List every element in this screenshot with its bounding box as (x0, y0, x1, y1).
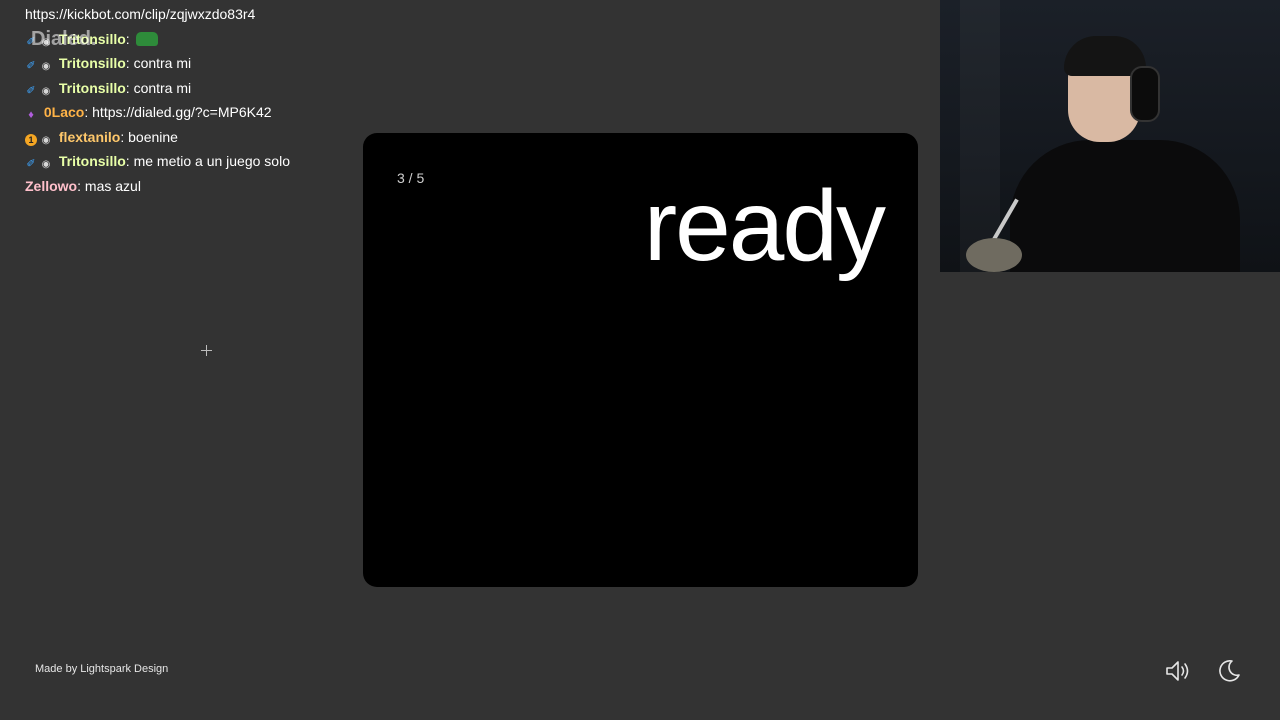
moon-icon (1219, 659, 1240, 682)
chat-username[interactable]: Tritonsillo (59, 31, 126, 47)
chat-username[interactable]: 0Laco (44, 104, 84, 120)
subscriber-badge-icon: ◉ (41, 36, 51, 48)
chat-text: me metio a un juego solo (133, 153, 290, 169)
chat-text: contra mi (133, 55, 192, 71)
chat-message: ✐ ◉ Tritonsillo: contra mi (26, 79, 192, 97)
chat-text: contra mi (133, 79, 192, 96)
footer-controls (1164, 656, 1244, 686)
chat-message: ♦ 0Laco: https://dialed.gg/?c=MP6K42 (25, 100, 355, 125)
chat-username[interactable]: Tritonsillo (59, 80, 126, 96)
chat-message: Dialed. ✐ ◉ Tritonsillo: (25, 27, 355, 52)
chat-overlay: https://kickbot.com/clip/zqjwxzdo83r4 Di… (25, 2, 355, 198)
subscriber-badge-icon: ◉ (41, 61, 51, 72)
chat-message: ✐ ◉ Tritonsillo: me metio a un juego solo (26, 153, 290, 170)
subscriber-badge-icon: ◉ (41, 159, 51, 170)
webcam-feed (940, 0, 1280, 272)
subscriber-badge-icon: ◉ (41, 134, 51, 146)
headphone-icon (1130, 66, 1160, 122)
moderator-badge-icon: ✐ (26, 60, 36, 72)
chat-text: mas azul (84, 177, 141, 194)
streamer-body (1010, 140, 1240, 272)
round-counter: 3 / 5 (397, 170, 425, 186)
chat-text: boenine (128, 128, 178, 145)
subscriber-badge-icon: ◉ (41, 85, 51, 97)
chat-message: 1 ◉ flextanilo: boenine (25, 125, 355, 150)
chat-username[interactable]: Tritonsillo (59, 55, 126, 71)
footer-credit[interactable]: Made by Lightspark Design (35, 663, 168, 675)
chat-username[interactable]: flextanilo (59, 129, 120, 145)
moderator-badge-icon: ✐ (26, 158, 36, 170)
gift-badge-icon: 1 (25, 133, 37, 146)
volume-icon (1166, 661, 1189, 681)
green-emote-icon (135, 31, 158, 46)
mate-cup (966, 238, 1022, 272)
chat-message: Zellowo: mas azul (25, 177, 141, 194)
chat-link[interactable]: https://dialed.gg/?c=MP6K42 (92, 104, 271, 120)
game-card[interactable]: 3 / 5 ready (363, 133, 918, 587)
moderator-badge-icon: ✐ (26, 84, 36, 97)
volume-button[interactable] (1164, 656, 1194, 686)
chat-message: ✐ ◉ Tritonsillo: contra mi (26, 55, 192, 72)
webcam-background (960, 0, 1000, 272)
moderator-badge-icon: ✐ (26, 35, 36, 48)
chat-url-line[interactable]: https://kickbot.com/clip/zqjwxzdo83r4 (25, 2, 355, 27)
crosshair-cursor-icon (201, 345, 212, 356)
chat-username[interactable]: Zellowo (25, 178, 77, 194)
ready-prompt: ready (643, 170, 886, 282)
theme-toggle-button[interactable] (1214, 656, 1244, 686)
vip-badge-icon: ♦ (28, 109, 34, 121)
page: https://kickbot.com/clip/zqjwxzdo83r4 Di… (0, 0, 1280, 720)
chat-username[interactable]: Tritonsillo (59, 153, 126, 169)
